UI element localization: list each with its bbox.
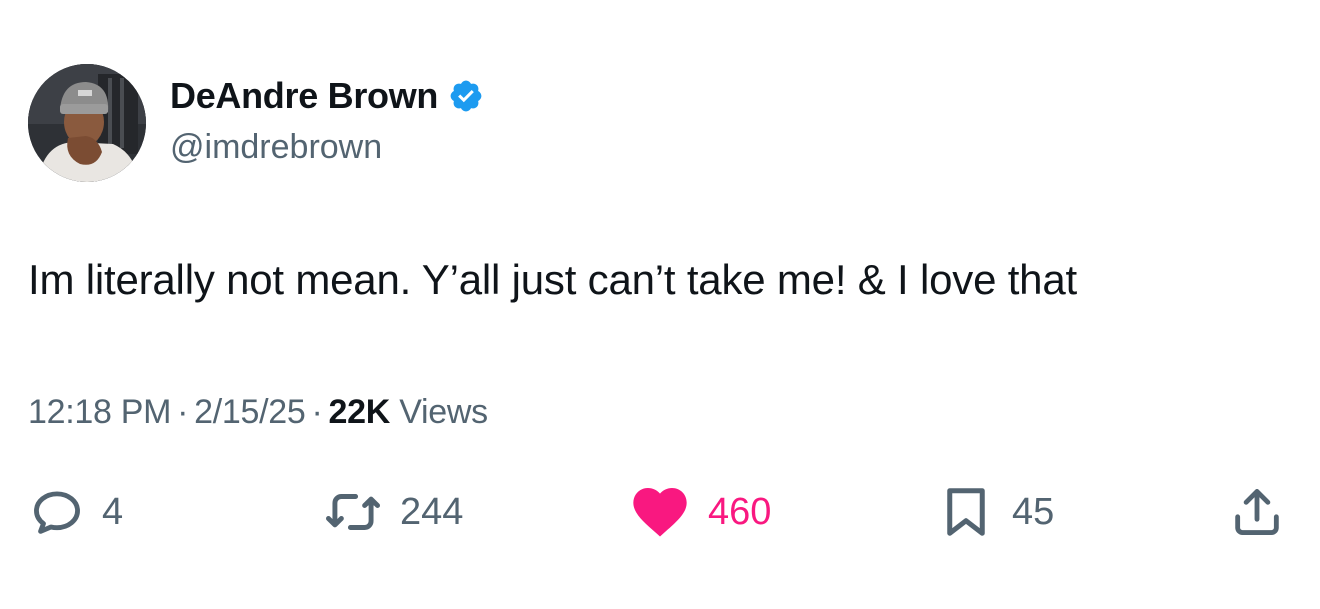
author-name-text: DeAndre Brown xyxy=(170,75,439,116)
bookmark-count: 45 xyxy=(1012,490,1055,533)
reply-count: 4 xyxy=(102,490,124,533)
reply-button[interactable]: 4 xyxy=(28,482,123,542)
retweet-count: 244 xyxy=(400,490,464,533)
share-icon xyxy=(1228,483,1286,541)
bookmark-icon xyxy=(936,482,996,542)
avatar-image xyxy=(28,64,146,182)
bookmark-button[interactable]: 45 xyxy=(936,482,1054,542)
author-handle[interactable]: @imdrebrown xyxy=(170,128,382,167)
retweet-icon xyxy=(322,481,384,543)
verified-badge-icon xyxy=(448,78,484,114)
tweet-text: Im literally not mean. Y’all just can’t … xyxy=(28,256,1077,303)
separator-dot: · xyxy=(311,393,323,431)
views-count[interactable]: 22K xyxy=(329,393,391,431)
like-button[interactable]: 460 xyxy=(628,482,771,542)
retweet-button[interactable]: 244 xyxy=(322,482,463,542)
like-count: 460 xyxy=(708,490,772,533)
author-name[interactable]: DeAndre Brown xyxy=(170,75,484,117)
tweet-card: DeAndre Brown @imdrebrown Im literally n… xyxy=(0,0,1320,609)
heart-icon xyxy=(628,480,692,544)
views-label: Views xyxy=(399,393,488,431)
tweet-date[interactable]: 2/15/25 xyxy=(194,393,306,431)
share-button[interactable] xyxy=(1228,482,1286,542)
tweet-time[interactable]: 12:18 PM xyxy=(28,393,171,431)
separator-dot: · xyxy=(177,393,189,431)
avatar[interactable] xyxy=(28,64,146,182)
tweet-meta: 12:18 PM · 2/15/25 · 22K Views xyxy=(28,393,488,432)
reply-icon xyxy=(28,483,86,541)
